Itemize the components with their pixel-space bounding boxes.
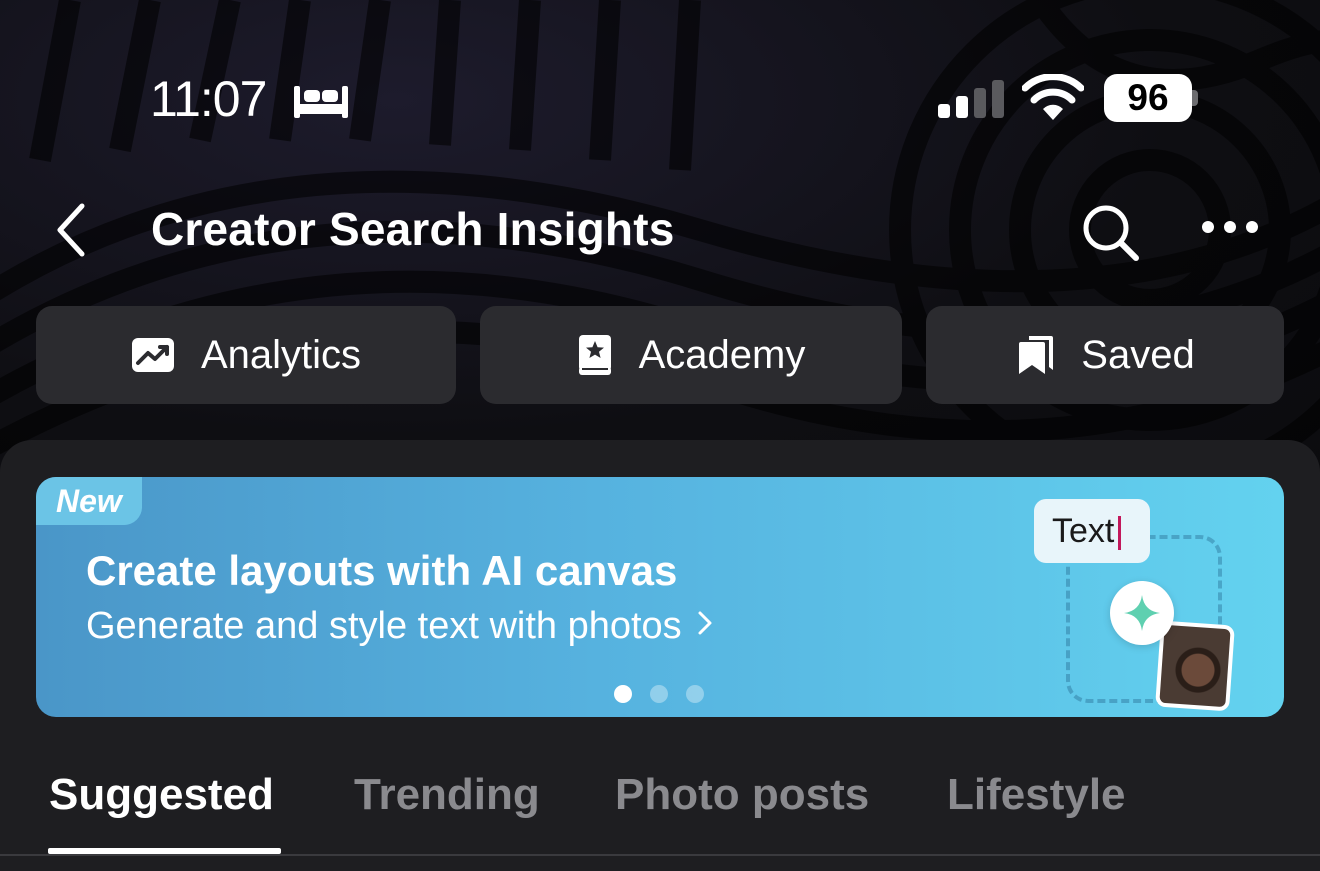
battery-level: 96 bbox=[1127, 77, 1169, 118]
banner-title: Create layouts with AI canvas bbox=[86, 547, 678, 594]
trend-chart-icon bbox=[131, 338, 174, 372]
ai-canvas-illustration: Text bbox=[1026, 495, 1266, 712]
saved-button[interactable]: Saved bbox=[926, 306, 1284, 404]
search-icon[interactable] bbox=[1078, 200, 1144, 266]
more-options-icon[interactable] bbox=[1198, 212, 1262, 242]
tab-photo-posts[interactable]: Photo posts bbox=[615, 770, 869, 820]
sleep-bed-icon bbox=[294, 86, 348, 118]
page-title: Creator Search Insights bbox=[151, 203, 675, 255]
clock-time: 11:07 bbox=[150, 71, 267, 127]
star-book-icon bbox=[578, 335, 611, 375]
banner-subtitle[interactable]: Generate and style text with photos bbox=[86, 605, 714, 648]
new-badge: New bbox=[36, 477, 142, 525]
tab-trending[interactable]: Trending bbox=[354, 770, 540, 820]
sparkle-badge bbox=[1110, 581, 1174, 645]
chevron-right-icon bbox=[698, 611, 712, 635]
saved-label: Saved bbox=[1081, 332, 1195, 377]
analytics-label: Analytics bbox=[200, 332, 362, 377]
carousel-dots bbox=[614, 685, 704, 703]
sparkle-icon bbox=[1124, 595, 1160, 631]
ai-canvas-banner[interactable]: New Create layouts with AI canvas Genera… bbox=[36, 477, 1284, 717]
text-chip-label: Text bbox=[1052, 512, 1115, 550]
academy-label: Academy bbox=[638, 332, 806, 377]
status-bar: 11:07 96 bbox=[0, 60, 1320, 140]
text-cursor bbox=[1118, 516, 1122, 551]
analytics-button[interactable]: Analytics bbox=[36, 306, 456, 404]
category-tabs: Suggested Trending Photo posts Lifestyle bbox=[0, 760, 1320, 854]
nav-header: Creator Search Insights bbox=[0, 190, 1320, 270]
wifi-icon bbox=[1022, 74, 1084, 120]
battery-nub bbox=[1192, 90, 1198, 106]
cellular-signal-icon bbox=[938, 80, 1004, 118]
battery-icon: 96 bbox=[1104, 74, 1192, 122]
carousel-dot[interactable] bbox=[686, 685, 704, 703]
carousel-dot[interactable] bbox=[650, 685, 668, 703]
academy-button[interactable]: Academy bbox=[480, 306, 902, 404]
banner-subtitle-text: Generate and style text with photos bbox=[86, 605, 682, 647]
coffee-photo-thumbnail bbox=[1155, 620, 1235, 712]
bookmarks-icon bbox=[1019, 336, 1054, 374]
text-chip: Text bbox=[1034, 499, 1150, 563]
tab-lifestyle[interactable]: Lifestyle bbox=[947, 770, 1126, 820]
carousel-dot-active[interactable] bbox=[614, 685, 632, 703]
back-chevron-icon[interactable] bbox=[48, 198, 92, 258]
tabs-divider bbox=[0, 854, 1320, 856]
tab-suggested[interactable]: Suggested bbox=[49, 770, 274, 820]
